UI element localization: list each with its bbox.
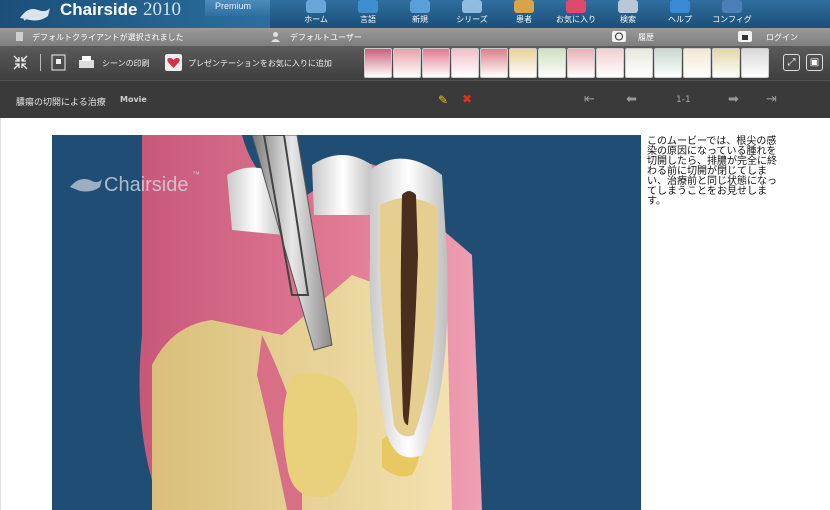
printer-icon[interactable] <box>78 54 95 71</box>
top-banner: Chairside 2010 Premium ホーム 言語 新規 シリーズ 患者 お気に入… <box>0 0 830 28</box>
scene-thumb-roots[interactable] <box>509 48 537 78</box>
scene-thumb-teeth-open[interactable] <box>422 48 450 78</box>
toolbar-label: シリーズ <box>456 15 488 24</box>
toolbar-label: ホーム <box>304 15 328 24</box>
abscess-incision-illustration: Chairside ™ <box>52 135 641 510</box>
toolbar-label: ヘルプ <box>668 15 692 24</box>
toolbar-home-button[interactable]: ホーム <box>290 0 342 28</box>
camera-icon[interactable]: ▣ <box>806 54 823 71</box>
client-status: デフォルトクライアントが選択されました <box>32 33 184 42</box>
last-page-icon[interactable]: ⇥ <box>766 92 777 107</box>
toolbar-favorites-button[interactable]: お気に入り <box>550 0 602 28</box>
scene-thumb-gum[interactable] <box>393 48 421 78</box>
delete-icon[interactable]: ✖ <box>462 92 472 106</box>
config-icon <box>722 0 742 13</box>
scene-thumb-implant[interactable] <box>625 48 653 78</box>
scene-thumb-lips[interactable] <box>480 48 508 78</box>
scene-thumb-xray[interactable] <box>654 48 682 78</box>
toolbar-patient-button[interactable]: 患者 <box>498 0 550 28</box>
next-page-icon[interactable]: ➡ <box>728 92 739 107</box>
previous-page-icon[interactable]: ⬅ <box>626 92 637 107</box>
scene-toolbar: シーンの印刷 プレゼンテーションをお気に入りに追加 ⤢ ▣ <box>0 46 830 80</box>
toolbar-help-button[interactable]: ヘルプ <box>654 0 706 28</box>
watermark-tm: ™ <box>192 170 200 179</box>
toolbar-label: 患者 <box>516 15 532 24</box>
media-title-bar: 膿瘍の切開による治療 Movie ✎ ✖ ⇤ ⬅ 1-1 ➡ ⇥ <box>0 80 830 118</box>
toolbar-series-button[interactable]: シリーズ <box>446 0 498 28</box>
edition-badge: Premium <box>205 0 270 16</box>
media-type: Movie <box>120 95 147 104</box>
search-icon <box>618 0 638 13</box>
toolbar-label: 言語 <box>360 15 376 24</box>
chairside-logo-icon <box>20 8 50 21</box>
scene-thumb-kit[interactable] <box>741 48 769 78</box>
scene-icon[interactable] <box>50 54 67 71</box>
print-scene-button[interactable]: シーンの印刷 <box>102 58 150 69</box>
words-icon <box>358 0 378 13</box>
lock-icon[interactable] <box>738 31 752 42</box>
toolbar-label: コンフィグ <box>712 15 752 24</box>
patient-icon <box>514 0 534 13</box>
new-icon <box>410 0 430 13</box>
pencil-icon[interactable]: ✎ <box>438 93 448 107</box>
scene-thumb-brace[interactable] <box>683 48 711 78</box>
heart-icon[interactable] <box>165 54 182 71</box>
help-icon <box>670 0 690 13</box>
scene-thumb-gingiva[interactable] <box>596 48 624 78</box>
client-icon <box>16 32 23 41</box>
toolbar-label: 検索 <box>620 15 636 24</box>
movie-player[interactable]: Chairside ™ <box>52 135 641 510</box>
toolbar-label: お気に入り <box>556 15 596 24</box>
toolbar-search-button[interactable]: 検索 <box>602 0 654 28</box>
media-title: 膿瘍の切開による治療 <box>16 98 106 108</box>
scene-thumb-crowns[interactable] <box>567 48 595 78</box>
content-border <box>0 118 1 510</box>
add-favorite-button[interactable]: プレゼンテーションをお気に入りに追加 <box>188 58 332 69</box>
scene-thumbnails <box>364 48 769 78</box>
movie-description: このムービーでは、根尖の感染の原因になっている腫れを切開したら、排膿が完全に終わ… <box>647 136 777 207</box>
scene-thumb-implant2[interactable] <box>712 48 740 78</box>
brand-year: 2010 <box>143 0 181 20</box>
first-page-icon[interactable]: ⇤ <box>584 92 595 107</box>
series-icon <box>462 0 482 13</box>
main-toolbar: ホーム 言語 新規 シリーズ 患者 お気に入り 検索 ヘルプ コンフィグ <box>290 0 758 28</box>
login-link[interactable]: ログイン <box>766 32 798 43</box>
scene-thumb-smile[interactable] <box>451 48 479 78</box>
collapse-icon[interactable] <box>12 54 29 71</box>
page-indicator: 1-1 <box>676 95 691 105</box>
brand-area: Chairside 2010 Premium <box>0 0 270 28</box>
fullscreen-icon[interactable]: ⤢ <box>783 54 800 71</box>
toolbar-label: 新規 <box>412 15 428 24</box>
home-icon <box>306 0 326 13</box>
toolbar-config-button[interactable]: コンフィグ <box>706 0 758 28</box>
watermark-text: Chairside <box>104 174 188 196</box>
brand-name: Chairside <box>60 0 138 19</box>
toolbar-new-button[interactable]: 新規 <box>394 0 446 28</box>
status-bar: デフォルトクライアントが選択されました デフォルトユーザー 履歴 ログイン <box>0 28 830 46</box>
user-icon <box>271 32 280 42</box>
history-link[interactable]: 履歴 <box>638 32 654 43</box>
scene-thumb-bridge[interactable] <box>538 48 566 78</box>
user-status[interactable]: デフォルトユーザー <box>290 32 362 43</box>
toolbar-words-button[interactable]: 言語 <box>342 0 394 28</box>
history-icon[interactable] <box>612 31 626 42</box>
divider <box>40 54 41 71</box>
favorites-icon <box>566 0 586 13</box>
scene-thumb-tools[interactable] <box>364 48 392 78</box>
